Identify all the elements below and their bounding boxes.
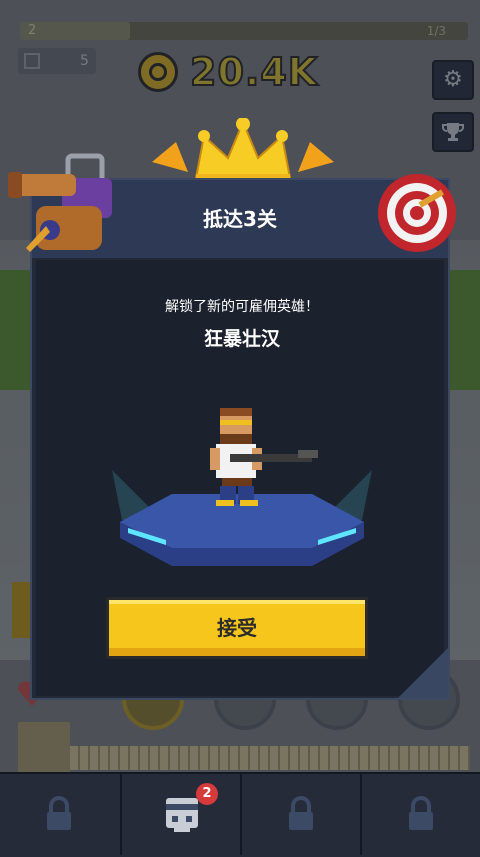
notification-badge: 2 <box>196 783 218 805</box>
lock-icon <box>47 796 71 830</box>
hero-platform <box>112 408 372 566</box>
nav-slot-heroes[interactable] <box>120 772 240 855</box>
accept-button[interactable]: 接受 <box>106 597 368 659</box>
cannon-icon <box>8 153 112 252</box>
nav-slot-locked-2[interactable] <box>240 772 360 855</box>
unlock-message: 解锁了新的可雇佣英雄！ <box>165 299 319 315</box>
nav-slot-locked-3[interactable] <box>360 772 480 855</box>
target-icon <box>378 174 456 252</box>
hero-face-icon <box>166 798 198 832</box>
dialog-corner <box>398 648 448 698</box>
lock-icon <box>289 796 313 830</box>
hero-figure <box>210 408 318 506</box>
lock-icon <box>409 796 433 830</box>
nav-slot-locked-1[interactable] <box>0 772 118 855</box>
hero-name: 狂暴壮汉 <box>203 328 280 350</box>
